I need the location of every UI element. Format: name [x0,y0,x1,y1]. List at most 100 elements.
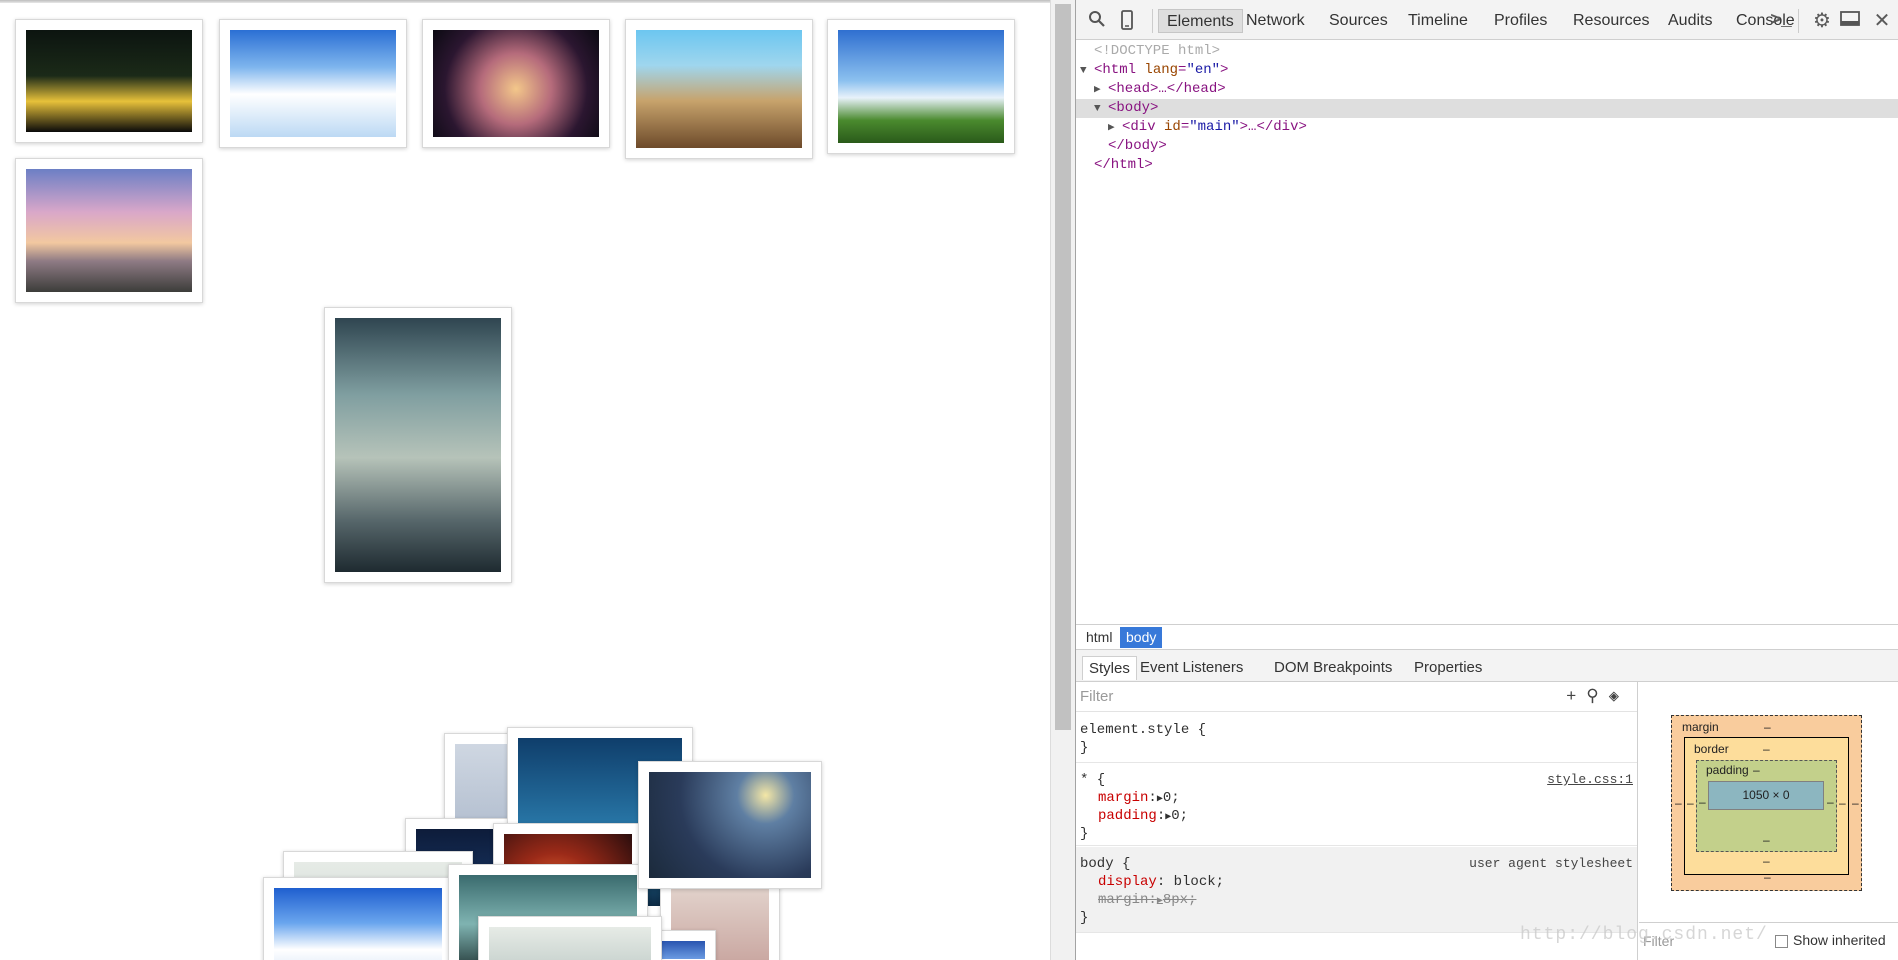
selector-element-style: element.style { [1080,722,1207,738]
rule-close-brace: } [1080,826,1089,842]
attr-name: id [1164,119,1181,135]
pin-icon[interactable]: ⚲ [1586,688,1608,707]
expand-triangle-icon[interactable]: ▼ [1080,62,1094,81]
dom-node-head[interactable]: ▶ <head>…</head> [1094,80,1898,99]
prop-name: padding [1098,808,1157,824]
prop-value: 0; [1162,790,1180,806]
photo-card[interactable] [15,158,203,303]
dom-node-div-main[interactable]: ▶ <div id="main">…</div> [1108,118,1898,137]
tab-timeline[interactable]: Timeline [1400,9,1476,33]
padding-right-value: – [1827,795,1834,809]
photo-card[interactable] [827,19,1015,154]
padding-bottom-value: – [1763,833,1770,847]
photo-card[interactable] [15,19,203,143]
dom-node-html[interactable]: ▼ <html lang="en"> [1080,61,1898,80]
tab-event-listeners[interactable]: Event Listeners [1134,656,1249,680]
styles-toolbar-icons: +⚲◈ [1566,686,1629,707]
selector-body: body { [1080,856,1131,872]
show-inherited-checkbox[interactable] [1775,935,1788,948]
thumb-clouds-house [230,30,396,137]
tag-div: <div [1122,119,1156,135]
gear-icon[interactable]: ⚙ [1811,10,1833,32]
stack-blue-sky-small [657,941,705,959]
thumb-anime-girl [433,30,599,137]
tab-audits[interactable]: Audits [1660,9,1720,33]
device-mode-icon[interactable] [1116,10,1138,32]
decl-margin-overridden: margin:▶8px; [1098,892,1197,908]
dom-node-html-close[interactable]: </html> [1094,156,1898,175]
border-top-value: – [1763,742,1770,756]
search-icon[interactable] [1086,10,1108,32]
breadcrumb-html[interactable]: html [1080,627,1118,648]
photo-card[interactable] [638,761,822,889]
breadcrumb-body[interactable]: body [1120,627,1163,648]
photo-card[interactable] [422,19,610,148]
tab-profiles[interactable]: Profiles [1486,9,1555,33]
page-top-edge [0,0,1050,3]
border-label: border [1694,742,1729,756]
doctype-text: <!DOCTYPE html> [1094,43,1221,59]
tag-body-close: </body> [1108,138,1167,154]
rule-close-brace: } [1080,740,1089,756]
dock-icon[interactable] [1839,10,1861,32]
stack-totoro [649,772,811,878]
photo-card[interactable] [625,19,813,159]
padding-left-value: – [1699,795,1706,809]
prop-name: display [1098,874,1157,890]
devtools-toolbar: Elements Network Sources Timeline Profil… [1076,0,1898,40]
console-drawer-icon[interactable]: >_ [1770,10,1792,32]
expand-triangle-icon[interactable]: ▼ [1094,100,1108,119]
photo-card[interactable] [324,307,512,583]
thumb-night-skyline [26,30,192,132]
tag-html: <html [1094,62,1137,78]
thumb-eiffel-tower [335,318,501,572]
tab-properties[interactable]: Properties [1408,656,1488,680]
box-model: margin – – – – border – – – – padding – … [1639,682,1898,922]
prop-value: 8px; [1162,892,1197,908]
tab-resources[interactable]: Resources [1565,9,1657,33]
decl-padding[interactable]: padding:▶0; [1098,807,1188,825]
tab-dom-breakpoints[interactable]: DOM Breakpoints [1268,656,1398,680]
rule-source-link[interactable]: style.css:1 [1547,771,1633,789]
close-icon[interactable]: ✕ [1871,10,1893,32]
dom-node-body-close[interactable]: </body> [1108,137,1898,156]
tab-styles[interactable]: Styles [1082,656,1137,680]
dom-node-body[interactable]: ▼ <body> [1076,99,1898,118]
stack-pale-scene [489,927,651,960]
collapse-triangle-icon[interactable]: ▶ [1094,81,1108,100]
photo-card[interactable] [478,916,662,960]
photo-card[interactable] [219,19,407,148]
prop-name: margin [1098,892,1149,908]
border-bottom-value: – [1763,854,1770,868]
styles-filter-input[interactable]: Filter [1080,688,1113,705]
dom-node-doctype[interactable]: <!DOCTYPE html> [1094,42,1898,61]
border-left-value: – [1687,796,1694,810]
padding-label: padding [1706,763,1749,777]
rule-close-brace: } [1080,910,1089,926]
page-scrollbar-thumb[interactable] [1055,4,1071,730]
decl-margin[interactable]: margin:▶0; [1098,789,1180,807]
show-inherited-label: Show inherited [1793,932,1886,948]
border-right-value: – [1839,796,1846,810]
photo-card[interactable] [263,877,453,960]
tab-network[interactable]: Network [1238,9,1313,33]
tag-html-close: </html> [1094,157,1153,173]
attr-name: lang [1144,62,1179,78]
prop-name: margin [1098,790,1149,806]
stack-clouds-blue [274,888,442,960]
box-model-content-size[interactable]: 1050 × 0 [1708,781,1824,810]
element-state-icon[interactable]: ◈ [1609,688,1629,707]
dom-tree: <!DOCTYPE html> ▼ <html lang="en"> ▶ <head… [1076,40,1898,624]
tag-div-rest: >…</div> [1239,119,1307,135]
styles-pane: Filter +⚲◈ element.style { } * { style.c… [1076,682,1638,960]
thumb-town-street [636,30,802,148]
styles-filter-row: Filter +⚲◈ [1076,682,1637,712]
devtools-panel: Elements Network Sources Timeline Profil… [1075,0,1898,960]
thumb-sunset-bike [26,169,192,292]
tag-body: <body> [1108,100,1159,116]
tab-sources[interactable]: Sources [1321,9,1396,33]
collapse-triangle-icon[interactable]: ▶ [1108,119,1122,138]
page-scrollbar[interactable] [1050,0,1075,960]
tab-elements[interactable]: Elements [1158,9,1243,33]
new-rule-icon[interactable]: + [1566,688,1586,707]
